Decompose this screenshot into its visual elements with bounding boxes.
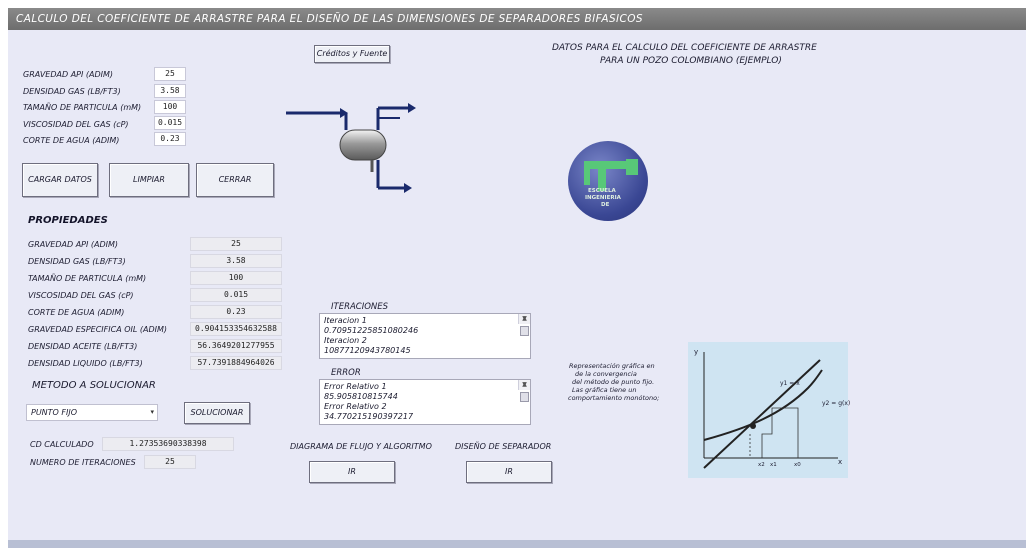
iterations-listbox[interactable]: Iteracion 1 0.709512258510802​46 Iteraci… [319, 313, 531, 359]
graph-note-line: Representación gráfica en [569, 362, 655, 370]
list-item: 0.709512258510802​46 [324, 326, 419, 335]
separator-diagram-icon [286, 103, 416, 193]
property-label: DENSIDAD LIQUIDO (LB/FT3) [28, 359, 143, 368]
property-label: DENSIDAD GAS (LB/FT3) [28, 257, 126, 266]
example-title-line2: PARA UN POZO COLOMBIANO (EJEMPLO) [600, 56, 782, 66]
graph-tick-label: x1 [770, 462, 777, 468]
error-label: ERROR [331, 368, 361, 378]
graph-note-line: Las gráfica tiene un [572, 386, 637, 394]
bottom-bar [8, 540, 1026, 548]
property-label: VISCOSIDAD DEL GAS (cP) [28, 291, 134, 300]
input-gas-density[interactable]: 3.58 [154, 84, 186, 98]
error-listbox[interactable]: Error Relativo 1 85.905810815744 Error R… [319, 379, 531, 425]
list-item: Iteracion 2 [324, 336, 367, 345]
property-value: 3.58 [190, 254, 282, 268]
properties-heading: PROPIEDADES [28, 215, 108, 226]
cd-value: 1.27353690338398 [102, 437, 234, 451]
iterations-scrollbar[interactable]: ▲ ▼ [518, 314, 530, 336]
logo-text-2: INGENIERIA [585, 195, 621, 201]
property-label: CORTE DE AGUA (ADIM) [28, 308, 125, 317]
property-value: 0.904153354632588 [190, 322, 282, 336]
graph-x-axis-label: x [838, 458, 843, 466]
input-gas-viscosity[interactable]: 0.015 [154, 116, 186, 130]
list-item: 34.7702151903​97217 [324, 412, 414, 421]
method-selected-value: PUNTO FIJO [31, 408, 78, 417]
chevron-down-icon: ▾ [150, 408, 154, 416]
graph-line-label: y1 = x [780, 380, 800, 387]
property-value: 25 [190, 237, 282, 251]
window-title: CALCULO DEL COEFICIENTE DE ARRASTRE PARA… [8, 8, 1026, 30]
property-value: 0.23 [190, 305, 282, 319]
main-panel: Créditos y Fuente DATOS PARA EL CALCULO … [8, 30, 1026, 540]
oil-pump-icon [584, 159, 638, 191]
iterations-count-label: NUMERO DE ITERACIONES [30, 458, 136, 467]
input-particle-size[interactable]: 100 [154, 100, 186, 114]
input-water-cut[interactable]: 0.23 [154, 132, 186, 146]
property-label: TAMAÑO DE PARTICULA (mM) [28, 274, 147, 283]
cd-label: CD CALCULADO [30, 440, 94, 449]
input-api[interactable]: 25 [154, 67, 186, 81]
list-item: 85.905810815744 [324, 392, 398, 401]
graph-y-axis-label: y [694, 348, 699, 356]
property-label: GRAVEDAD API (ADIM) [28, 240, 119, 249]
graph-tick-label: x0 [794, 462, 801, 468]
convergence-graph-image [703, 352, 838, 469]
separator-design-label: DISEÑO DE SEPARADOR [455, 442, 552, 451]
scroll-down-icon[interactable]: ▼ [519, 380, 530, 390]
flow-diagram-label: DIAGRAMA DE FLUJO Y ALGORITMO [290, 442, 432, 451]
graph-curve-label: y2 = g(x) [822, 400, 851, 407]
property-value: 56.3649201277955 [190, 339, 282, 353]
property-value: 57.7391884964026 [190, 356, 282, 370]
flow-diagram-go-button[interactable]: IR [309, 461, 395, 483]
close-button[interactable]: CERRAR [196, 163, 274, 197]
property-label: DENSIDAD ACEITE (LB/FT3) [28, 342, 138, 351]
solve-button[interactable]: SOLUCIONAR [184, 402, 250, 424]
input-label-gas-density: DENSIDAD GAS (LB/FT3) [23, 87, 121, 96]
iterations-count-value: 25 [144, 455, 196, 469]
error-scrollbar[interactable]: ▲ ▼ [518, 380, 530, 402]
logo-text-3: DE [601, 202, 610, 208]
scroll-thumb[interactable] [520, 326, 529, 336]
graph-note-line: del método de punto fijo. [572, 378, 655, 386]
input-label-water-cut: CORTE DE AGUA (ADIM) [23, 136, 120, 145]
iterations-label: ITERACIONES [331, 302, 389, 312]
list-item: Error Relativo 1 [324, 382, 387, 391]
input-label-gas-viscosity: VISCOSIDAD DEL GAS (cP) [23, 120, 129, 129]
method-heading: METODO A SOLUCIONAR [32, 380, 156, 391]
clear-button[interactable]: LIMPIAR [109, 163, 189, 197]
scroll-thumb[interactable] [520, 392, 529, 402]
logo-text-1: ESCUELA [588, 188, 616, 194]
separator-design-go-button[interactable]: IR [466, 461, 552, 483]
method-select[interactable]: PUNTO FIJO ▾ [26, 404, 158, 421]
load-data-button[interactable]: CARGAR DATOS [22, 163, 98, 197]
list-item: Error Relativo 2 [324, 402, 387, 411]
example-title-line1: DATOS PARA EL CALCULO DEL COEFICIENTE DE… [552, 43, 817, 53]
list-item: 10877120943780145 [324, 346, 411, 355]
graph-note-line: comportamiento monótono; [568, 394, 660, 402]
fixed-point-graph: y x y1 = x y2 = g(x) x2 x1 x0 [688, 342, 851, 478]
scroll-down-icon[interactable]: ▼ [519, 314, 530, 324]
graph-note-line: de la convergencia [575, 370, 637, 378]
input-label-particle-size: TAMAÑO DE PARTICULA (mM) [23, 103, 142, 112]
input-label-api: GRAVEDAD API (ADIM) [23, 70, 114, 79]
credits-button[interactable]: Créditos y Fuente [314, 45, 390, 63]
list-item: Iteracion 1 [324, 316, 367, 325]
property-label: GRAVEDAD ESPECIFICA OIL (ADIM) [28, 325, 168, 334]
graph-tick-label: x2 [758, 462, 765, 468]
university-logo: ESCUELA INGENIERIA DE [568, 141, 648, 221]
app-window: CALCULO DEL COEFICIENTE DE ARRASTRE PARA… [0, 0, 1032, 548]
property-value: 0.015 [190, 288, 282, 302]
property-value: 100 [190, 271, 282, 285]
